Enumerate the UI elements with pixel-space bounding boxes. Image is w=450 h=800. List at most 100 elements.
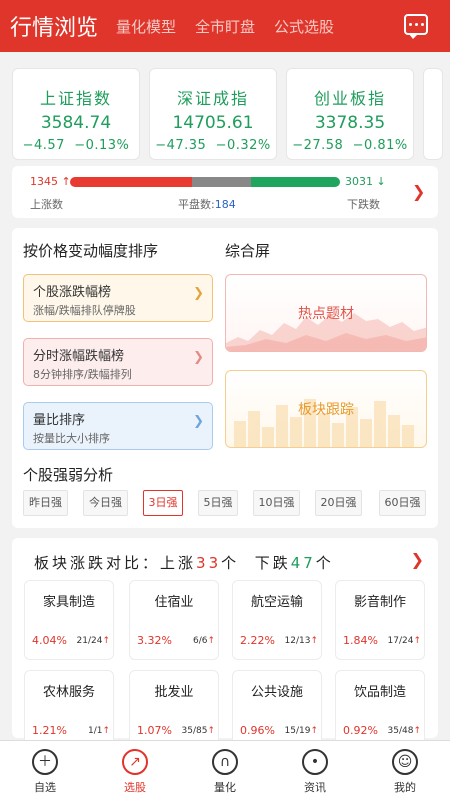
up-arrow-icon: ↑ (310, 726, 318, 736)
tab-market-watch[interactable]: 全市盯盘 (195, 16, 255, 37)
index-card-sz[interactable]: 深证成指 14705.61 −47.35 −0.32% (149, 68, 277, 160)
sector-tracking-label: 板块跟踪 (298, 402, 354, 418)
index-card-partial[interactable] (423, 68, 443, 160)
sector-card[interactable]: 农林服务 1.21% 1/1↑ (24, 670, 114, 750)
chevron-right-icon: ❯ (193, 286, 204, 301)
tab-strength-yesterday[interactable]: 昨日强 (23, 490, 68, 516)
top-bar: 行情浏览 量化模型 全市盯盘 公式选股 (0, 0, 450, 52)
sector-pct: 1.21% (32, 724, 67, 737)
index-card-gem[interactable]: 创业板指 3378.35 −27.58 −0.81% (286, 68, 414, 160)
rank-volume-ratio[interactable]: 量比排序 按量比大小排序 ❯ (23, 402, 213, 450)
nav-profile[interactable]: ☺ 我的 (375, 741, 435, 800)
tab-strength-60day[interactable]: 60日强 (379, 490, 426, 516)
nav-news[interactable]: • 资讯 (285, 741, 345, 800)
chevron-right-icon: ❯ (193, 414, 204, 429)
sector-card[interactable]: 批发业 1.07% 35/85↑ (129, 670, 219, 750)
down-count: 3031 ↓ (345, 175, 386, 188)
tab-strength-today[interactable]: 今日强 (83, 490, 128, 516)
nav-quant[interactable]: ∩ 量化 (195, 741, 255, 800)
sector-pct: 1.84% (343, 634, 378, 647)
sector-pct: 0.96% (240, 724, 275, 737)
down-label: 下跌数 (347, 198, 380, 211)
screen-title: 综合屏 (225, 242, 271, 260)
up-arrow-icon: ↑ (310, 636, 318, 646)
nav-label: 选股 (124, 781, 146, 794)
sector-count: 35/85↑ (181, 726, 215, 736)
rank-item-sub: 8分钟排序/跌幅排列 (33, 368, 132, 381)
chevron-right-icon: ❯ (193, 350, 204, 365)
tab-strength-3day[interactable]: 3日强 (143, 490, 183, 516)
nav-label: 自选 (34, 781, 56, 794)
up-arrow-icon: ↑ (207, 636, 215, 646)
sector-count: 6/6↑ (192, 636, 215, 646)
sector-tracking-card[interactable]: 板块跟踪 (225, 370, 427, 448)
sector-pct: 2.22% (240, 634, 275, 647)
flat-label: 平盘数:184 (178, 198, 236, 211)
up-count: 1345 ↑ (30, 175, 71, 188)
sector-pct: 3.32% (137, 634, 172, 647)
rank-intraday[interactable]: 分时涨幅跌幅榜 8分钟排序/跌幅排列 ❯ (23, 338, 213, 386)
message-icon[interactable] (404, 14, 428, 39)
page-title: 行情浏览 (10, 16, 99, 41)
index-name: 上证指数 (39, 89, 112, 108)
up-sector-count: 33 (196, 554, 222, 572)
sector-count: 12/13↑ (284, 636, 318, 646)
chevron-right-icon[interactable]: ❯ (412, 182, 425, 201)
index-change: −4.57 −0.13% (22, 138, 130, 153)
tab-quant-model[interactable]: 量化模型 (116, 16, 176, 37)
up-arrow-icon: ↑ (102, 726, 110, 736)
sector-card[interactable]: 饮品制造 0.92% 35/48↑ (335, 670, 425, 750)
tab-strength-20day[interactable]: 20日强 (315, 490, 362, 516)
sector-card[interactable]: 公共设施 0.96% 15/19↑ (232, 670, 322, 750)
index-value: 3378.35 (314, 113, 386, 133)
user-icon: ☺ (392, 749, 418, 775)
broadcast-icon: • (302, 749, 328, 775)
rank-item-title: 分时涨幅跌幅榜 (33, 349, 125, 364)
nav-stock-picker[interactable]: ↗ 选股 (105, 741, 165, 800)
strength-tabs: 昨日强 今日强 3日强 5日强 10日强 20日强 60日强 (23, 490, 433, 518)
tab-strength-10day[interactable]: 10日强 (253, 490, 300, 516)
sector-name: 住宿业 (154, 595, 194, 610)
sector-compare-header: 板块涨跌对比：上涨33个 下跌47个 (34, 554, 334, 572)
sector-card[interactable]: 住宿业 3.32% 6/6↑ (129, 580, 219, 660)
nav-watchlist[interactable]: ＋ 自选 (15, 741, 75, 800)
sector-card[interactable]: 家具制造 4.04% 21/24↑ (24, 580, 114, 660)
sector-pct: 0.92% (343, 724, 378, 737)
nav-label: 量化 (214, 781, 236, 794)
hot-topics-card[interactable]: 热点题材 (225, 274, 427, 352)
tab-formula-picker[interactable]: 公式选股 (274, 16, 334, 37)
index-change: −47.35 −0.32% (155, 138, 271, 153)
hot-topics-label: 热点题材 (298, 306, 354, 322)
up-arrow-icon: ↑ (102, 636, 110, 646)
index-value: 14705.61 (172, 113, 254, 133)
down-arrow-icon: ↓ (376, 175, 386, 188)
sector-pct: 4.04% (32, 634, 67, 647)
quant-icon: ∩ (212, 749, 238, 775)
ranking-title: 按价格变动幅度排序 (23, 242, 159, 260)
sector-name: 农林服务 (42, 685, 95, 700)
rank-item-sub: 涨幅/跌幅排队停牌股 (33, 304, 136, 317)
sector-count: 15/19↑ (284, 726, 318, 736)
index-name: 深证成指 (176, 89, 249, 108)
sector-name: 饮品制造 (353, 685, 406, 700)
up-arrow-icon: ↑ (413, 636, 421, 646)
rank-item-title: 个股涨跌幅榜 (33, 285, 112, 300)
sector-count: 17/24↑ (387, 636, 421, 646)
sector-name: 航空运输 (250, 595, 303, 610)
up-arrow-icon: ↑ (207, 726, 215, 736)
down-sector-count: 47 (290, 554, 316, 572)
up-arrow-icon: ↑ (413, 726, 421, 736)
sector-card[interactable]: 影音制作 1.84% 17/24↑ (335, 580, 425, 660)
chevron-right-icon[interactable]: ❯ (411, 550, 424, 569)
rank-item-sub: 按量比大小排序 (33, 432, 110, 445)
sector-name: 公共设施 (250, 685, 303, 700)
trend-icon: ↗ (122, 749, 148, 775)
sector-card[interactable]: 航空运输 2.22% 12/13↑ (232, 580, 322, 660)
index-cards: 上证指数 3584.74 −4.57 −0.13% 深证成指 14705.61 … (12, 68, 450, 160)
market-breadth[interactable]: 1345 ↑ 3031 ↓ 上涨数 平盘数:184 下跌数 ❯ (12, 166, 438, 218)
strength-title: 个股强弱分析 (23, 466, 114, 484)
rank-gainers-losers[interactable]: 个股涨跌幅榜 涨幅/跌幅排队停牌股 ❯ (23, 274, 213, 322)
index-card-sh[interactable]: 上证指数 3584.74 −4.57 −0.13% (12, 68, 140, 160)
sector-count: 1/1↑ (87, 726, 110, 736)
tab-strength-5day[interactable]: 5日强 (198, 490, 238, 516)
